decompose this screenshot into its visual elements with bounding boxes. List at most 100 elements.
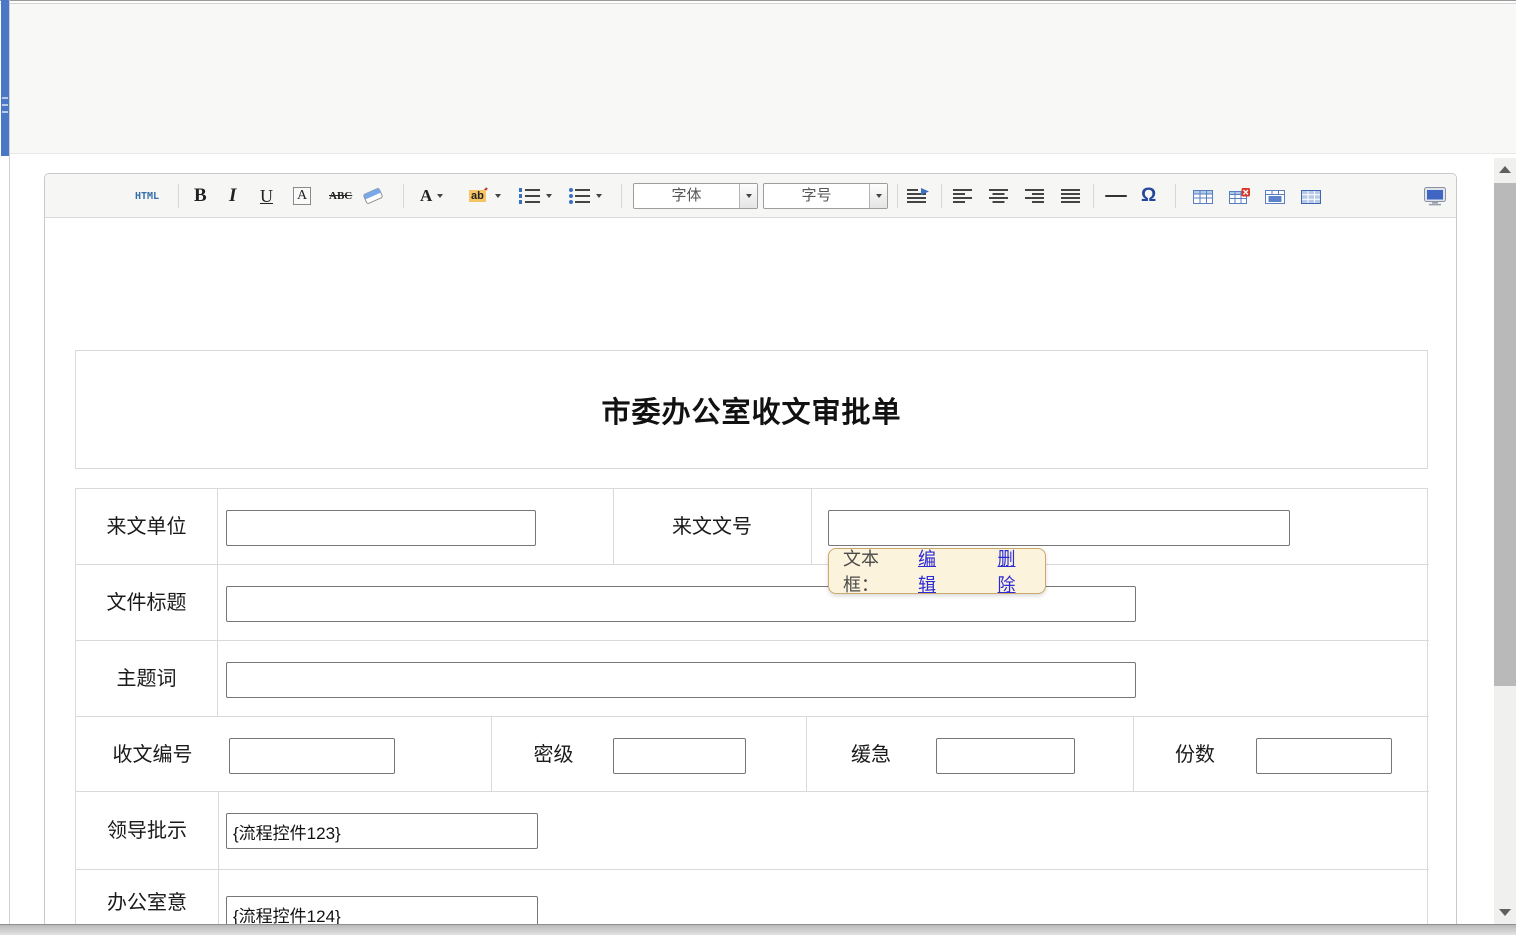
bullet-list-icon <box>569 188 591 204</box>
bold-icon: B <box>194 185 207 207</box>
cell-border <box>217 564 218 640</box>
label-copies: 份数 <box>1133 742 1257 768</box>
chevron-down-icon <box>596 194 602 198</box>
html-source-icon: HTML <box>135 191 159 202</box>
special-char-button[interactable]: Ω <box>1141 174 1156 218</box>
indent-icon <box>907 188 931 204</box>
doc-number-input[interactable] <box>828 510 1290 546</box>
align-justify-button[interactable] <box>1061 174 1081 218</box>
delete-field-link[interactable]: 删除 <box>998 545 1032 597</box>
align-left-button[interactable] <box>953 174 973 218</box>
font-color-icon: A <box>420 186 432 206</box>
fullscreen-button[interactable] <box>1423 174 1447 218</box>
label-file-title: 文件标题 <box>76 590 217 616</box>
secret-level-input[interactable] <box>613 738 746 774</box>
source-unit-input[interactable] <box>226 510 536 546</box>
tooltip-label: 文本框： <box>843 545 910 597</box>
ordered-list-button[interactable] <box>519 174 552 218</box>
leader-note-input[interactable] <box>226 813 538 849</box>
cell-border <box>217 489 218 564</box>
toolbar-separator <box>178 184 179 208</box>
highlight-icon: ab <box>469 190 486 202</box>
highlight-color-button[interactable]: ab <box>469 174 501 218</box>
align-justify-icon <box>1061 189 1081 204</box>
omega-icon: Ω <box>1141 185 1156 207</box>
cell-border <box>218 791 219 869</box>
row-border <box>76 791 1429 792</box>
numbered-list-icon <box>519 188 541 204</box>
left-strip-marks <box>2 97 8 118</box>
delete-table-icon <box>1229 188 1250 205</box>
underline-icon: U <box>260 186 273 207</box>
font-size-dropdown-button[interactable] <box>869 184 887 208</box>
font-family-select[interactable]: 字体 <box>633 183 758 209</box>
form-title-cell: 市委办公室收文审批单 <box>75 350 1428 469</box>
toolbar-separator <box>403 184 404 208</box>
horizontal-rule-button[interactable] <box>1105 174 1127 218</box>
insert-table-icon <box>1193 188 1213 205</box>
copies-input[interactable] <box>1256 738 1392 774</box>
toolbar-separator <box>1175 184 1176 208</box>
align-right-button[interactable] <box>1025 174 1045 218</box>
receive-number-input[interactable] <box>229 738 395 774</box>
chevron-down-icon <box>495 194 501 198</box>
italic-button[interactable]: I <box>229 174 236 218</box>
monitor-icon <box>1423 187 1447 206</box>
chevron-down-icon <box>437 194 443 198</box>
row-border <box>76 716 1429 717</box>
header-bar <box>10 4 1516 154</box>
strikethrough-icon: ABC <box>329 190 352 202</box>
label-leader-note: 领导批示 <box>76 818 218 844</box>
label-urgency: 缓急 <box>806 742 936 768</box>
editor-toolbar: HTML B I U A ABC A <box>45 174 1456 218</box>
label-receive-number: 收文编号 <box>76 742 229 768</box>
font-size-value: 字号 <box>764 184 869 208</box>
underline-button[interactable]: U <box>260 174 273 218</box>
font-color-button[interactable]: A <box>420 174 443 218</box>
strikethrough-button[interactable]: ABC <box>329 174 352 218</box>
vertical-scrollbar[interactable] <box>1494 158 1516 924</box>
eraser-icon <box>361 187 385 205</box>
table-properties-button[interactable] <box>1301 174 1321 218</box>
font-family-value: 字体 <box>634 184 739 208</box>
italic-icon: I <box>229 185 236 207</box>
table-grid-icon <box>1301 188 1321 205</box>
cell-border <box>811 489 812 564</box>
form-title: 市委办公室收文审批单 <box>601 389 901 431</box>
label-doc-number: 来文文号 <box>613 514 811 540</box>
cell-border <box>217 640 218 716</box>
align-right-icon <box>1025 189 1045 204</box>
left-panel-strip <box>1 0 9 156</box>
indent-button[interactable] <box>907 174 931 218</box>
align-left-icon <box>953 189 973 204</box>
horizontal-rule-icon <box>1105 195 1127 197</box>
keywords-input[interactable] <box>226 662 1136 698</box>
insert-table-button[interactable] <box>1193 174 1213 218</box>
bold-button[interactable]: B <box>194 174 207 218</box>
urgency-input[interactable] <box>936 738 1075 774</box>
scrollbar-thumb[interactable] <box>1494 183 1516 686</box>
delete-table-button[interactable] <box>1229 174 1250 218</box>
bullet-list-button[interactable] <box>569 174 602 218</box>
font-style-box-button[interactable]: A <box>293 174 311 218</box>
chevron-down-icon <box>876 194 882 198</box>
align-center-icon <box>989 189 1009 204</box>
label-keywords: 主题词 <box>76 666 217 692</box>
remove-format-button[interactable] <box>361 174 385 218</box>
row-border <box>76 640 1429 641</box>
row-border <box>76 564 1429 565</box>
edit-field-link[interactable]: 编辑 <box>918 545 952 597</box>
window-bottom-bar <box>0 924 1516 935</box>
label-secret-level: 密级 <box>491 742 616 768</box>
font-size-select[interactable]: 字号 <box>763 183 888 209</box>
table-cell-properties-button[interactable] <box>1265 174 1285 218</box>
font-family-dropdown-button[interactable] <box>739 184 757 208</box>
scroll-up-arrow-icon[interactable] <box>1499 166 1511 173</box>
form-table: 来文单位 来文文号 文件标题 主题词 收文编号 密级 缓急 份数 领导批示 办公… <box>75 488 1428 935</box>
align-center-button[interactable] <box>989 174 1009 218</box>
scroll-down-arrow-icon[interactable] <box>1499 909 1511 916</box>
toolbar-separator <box>621 184 622 208</box>
html-source-button[interactable]: HTML <box>135 174 159 218</box>
chevron-down-icon <box>746 194 752 198</box>
toolbar-separator <box>941 184 942 208</box>
